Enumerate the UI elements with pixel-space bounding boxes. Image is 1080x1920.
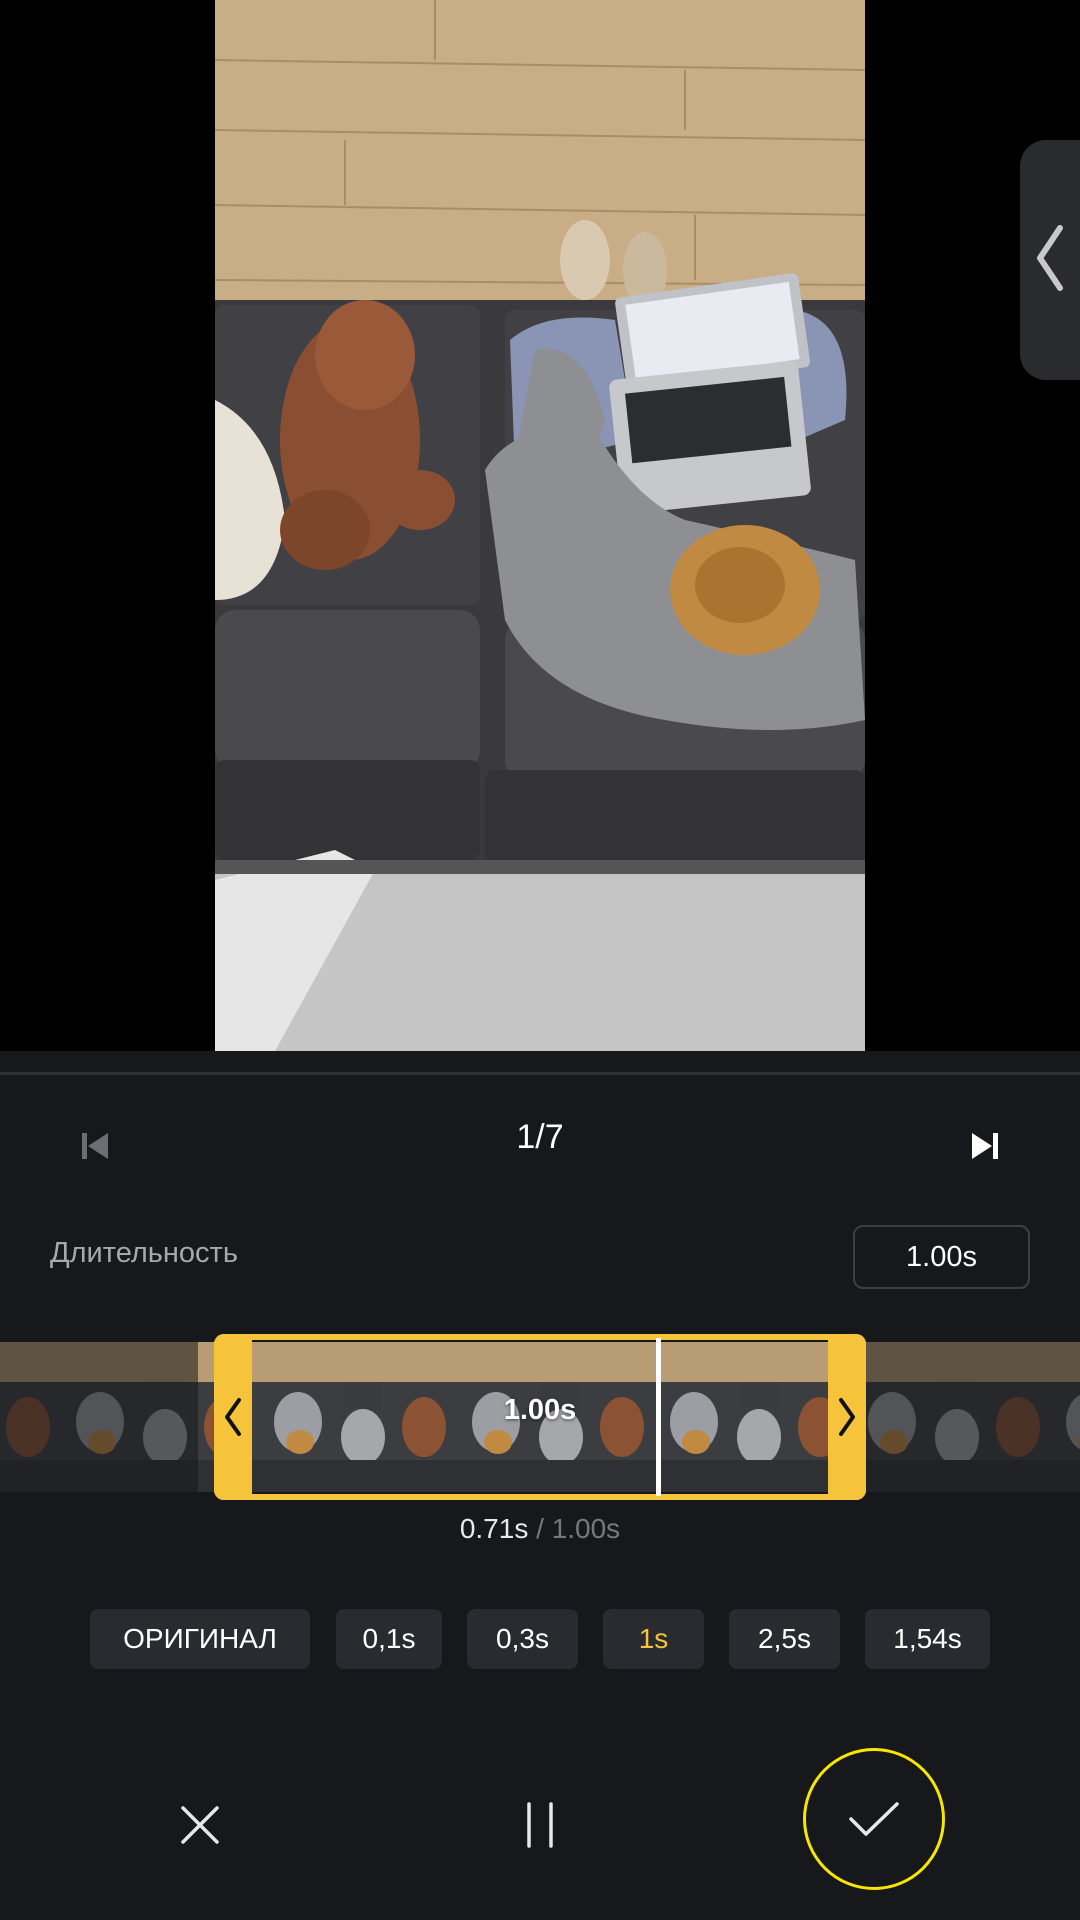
close-icon bbox=[181, 1806, 219, 1844]
skip-previous-icon bbox=[82, 1133, 108, 1159]
pause-button[interactable] bbox=[505, 1790, 575, 1860]
timeline-thumbnail bbox=[0, 1342, 66, 1492]
preset-2-5s[interactable]: 2,5s bbox=[729, 1609, 840, 1669]
previous-clip-button[interactable] bbox=[65, 1116, 125, 1176]
divider bbox=[0, 1072, 1080, 1075]
duration-field[interactable]: 1.00s bbox=[853, 1225, 1030, 1289]
timeline-thumbnail bbox=[858, 1342, 924, 1492]
side-panel-toggle[interactable] bbox=[1020, 140, 1080, 380]
timeline[interactable]: 1.00s bbox=[0, 1334, 1080, 1502]
preset-0-1s[interactable]: 0,1s bbox=[336, 1609, 442, 1669]
chevron-right-icon bbox=[839, 1398, 855, 1436]
preview-image bbox=[215, 0, 865, 1051]
skip-next-icon bbox=[972, 1133, 998, 1159]
time-separator: / bbox=[528, 1513, 552, 1544]
pause-icon bbox=[527, 1802, 553, 1848]
preset-1-54s[interactable]: 1,54s bbox=[865, 1609, 990, 1669]
preset-0-3s[interactable]: 0,3s bbox=[467, 1609, 578, 1669]
cancel-button[interactable] bbox=[165, 1790, 235, 1860]
checkmark-icon bbox=[849, 1802, 899, 1836]
video-preview bbox=[0, 0, 1080, 1051]
current-time: 0.71s bbox=[459, 1513, 529, 1544]
trim-handle-left[interactable] bbox=[214, 1334, 252, 1500]
timeline-thumbnail bbox=[132, 1342, 198, 1492]
time-readout: 0.71s / 1.00s bbox=[0, 1513, 1080, 1545]
clip-counter: 1/7 bbox=[516, 1118, 564, 1156]
total-time: 1.00s bbox=[551, 1513, 621, 1544]
timeline-thumbnail bbox=[990, 1342, 1056, 1492]
chevron-left-icon bbox=[1037, 225, 1063, 291]
clip-duration-label: 1.00s bbox=[503, 1394, 577, 1426]
timeline-thumbnail bbox=[66, 1342, 132, 1492]
trim-handle-right[interactable] bbox=[828, 1334, 866, 1500]
next-clip-button[interactable] bbox=[955, 1116, 1015, 1176]
preset-1s[interactable]: 1s bbox=[603, 1609, 704, 1669]
confirm-button[interactable] bbox=[803, 1748, 945, 1890]
playhead[interactable] bbox=[656, 1338, 661, 1496]
timeline-thumbnail bbox=[1056, 1342, 1080, 1492]
bottom-toolbar bbox=[0, 1740, 1080, 1890]
chevron-left-icon bbox=[225, 1398, 241, 1436]
preset-original[interactable]: ОРИГИНАЛ bbox=[90, 1609, 310, 1669]
timeline-thumbnail bbox=[924, 1342, 990, 1492]
duration-presets: ОРИГИНАЛ 0,1s 0,3s 1s 2,5s 1,54s bbox=[0, 1609, 1080, 1669]
duration-label: Длительность bbox=[50, 1237, 238, 1269]
